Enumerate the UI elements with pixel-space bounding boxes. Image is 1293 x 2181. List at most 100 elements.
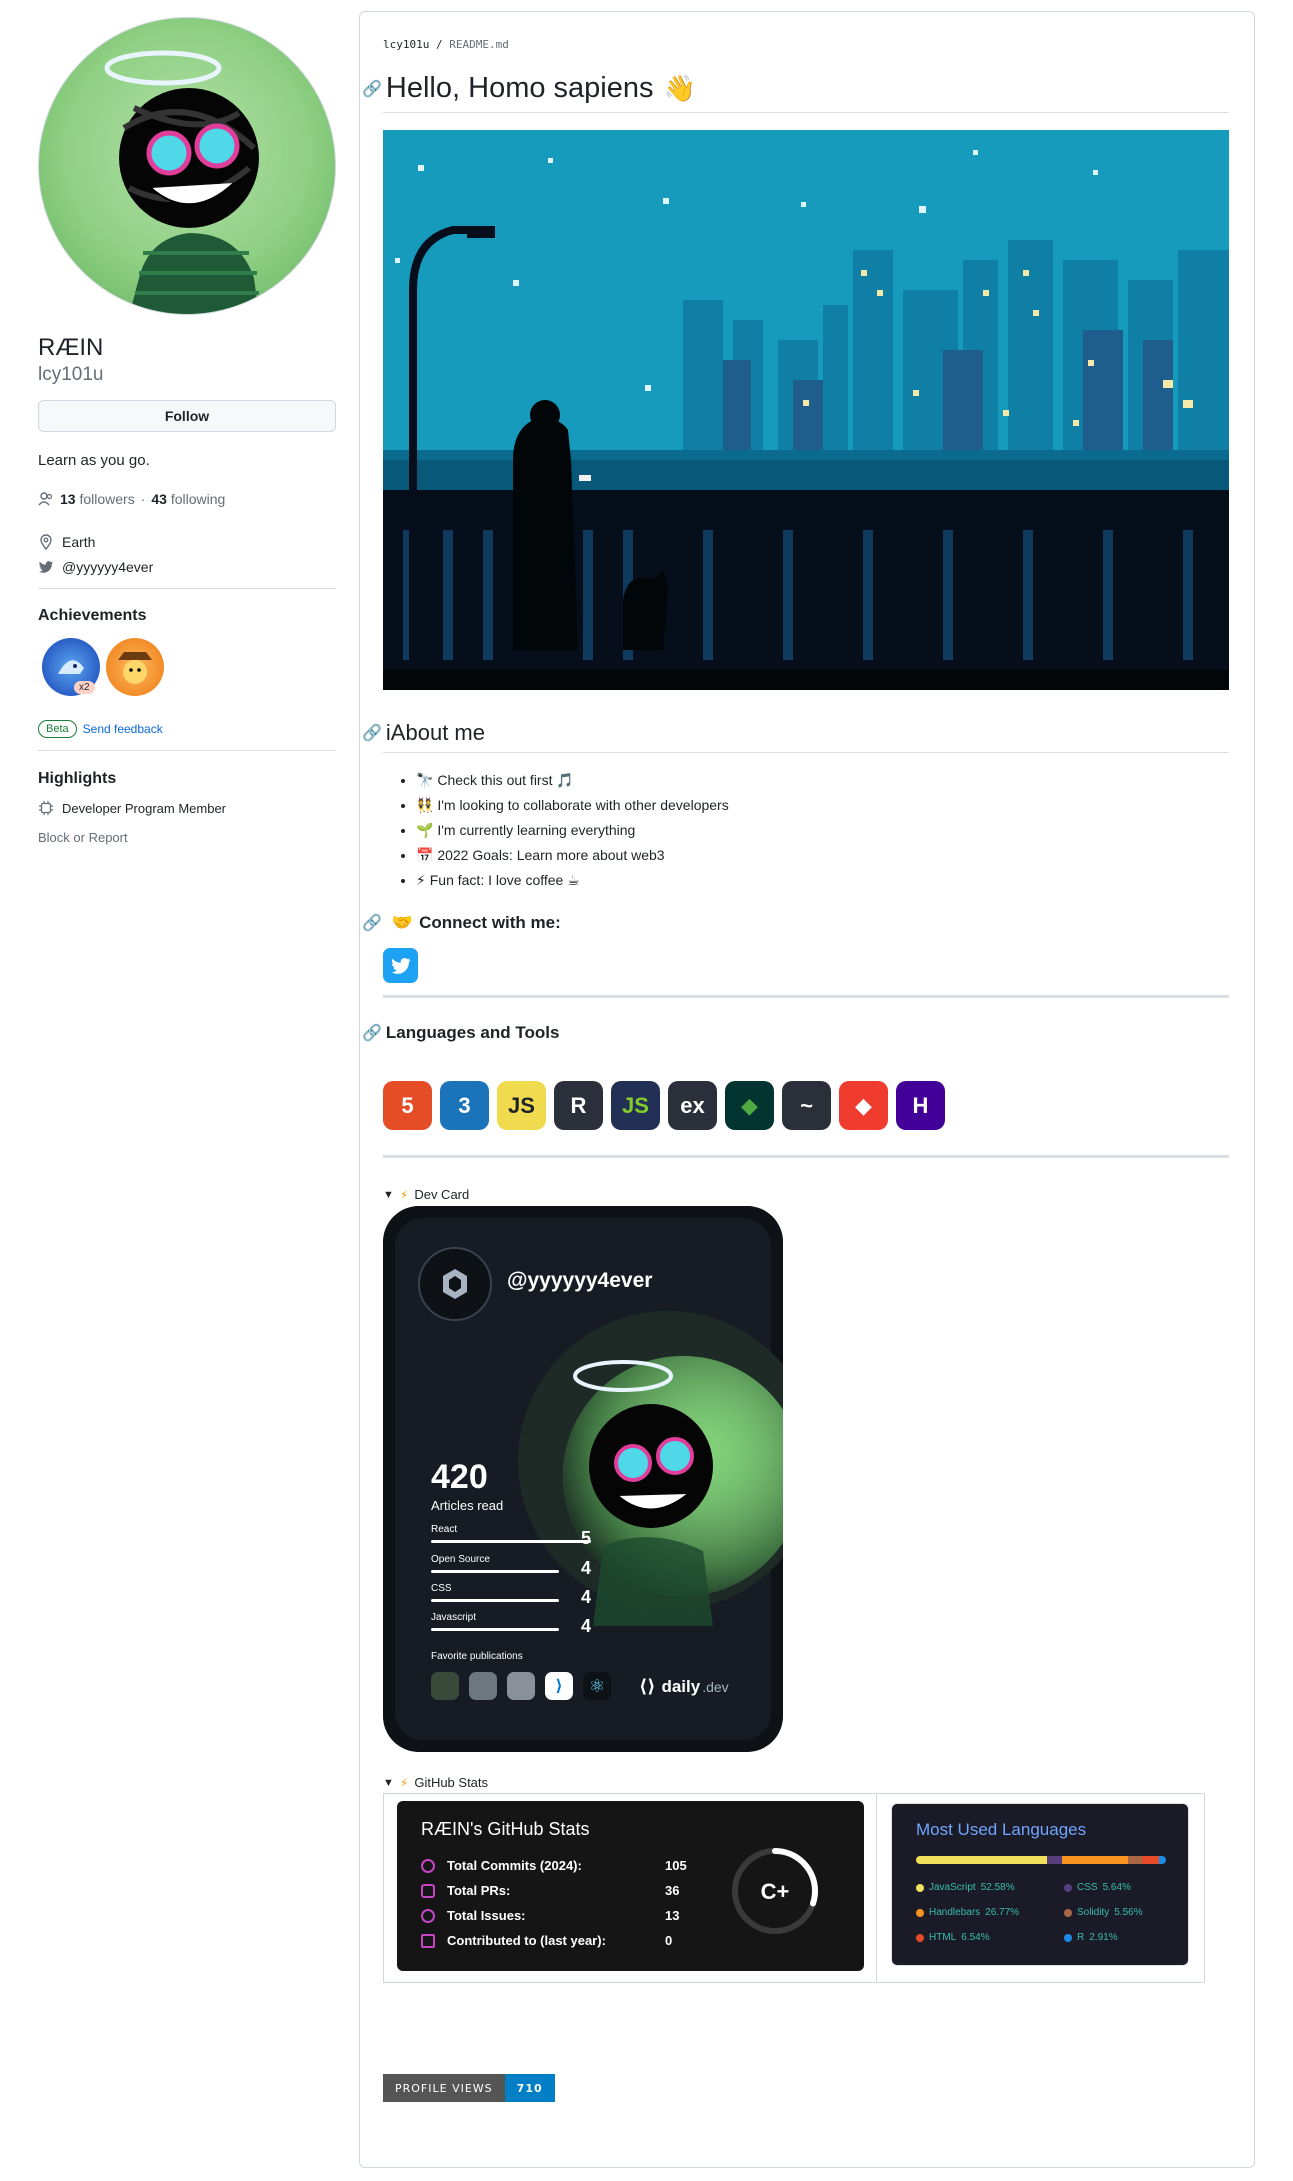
devcard-tag-count: 4 bbox=[581, 1616, 592, 1636]
language-bar-segment bbox=[916, 1856, 1048, 1864]
link-anchor-icon[interactable]: 🔗 bbox=[362, 1023, 382, 1043]
language-bar-segment bbox=[1128, 1856, 1143, 1864]
location-row: Earth bbox=[38, 534, 95, 550]
devcard-tag-row: Javascript bbox=[431, 1612, 591, 1631]
devcard-summary[interactable]: ▼ ⚡ Dev Card bbox=[383, 1187, 469, 1202]
caret-down-icon: ▼ bbox=[383, 1188, 394, 1201]
language-entry: CSS 5.64% bbox=[1064, 1882, 1131, 1893]
follow-stats: 13 followers · 43 following bbox=[38, 491, 225, 507]
tag-bar bbox=[431, 1570, 559, 1573]
readme-title: 🔗 Hello, Homo sapiens 👋 bbox=[362, 72, 696, 105]
achievements-feedback: Beta Send feedback bbox=[38, 720, 163, 738]
css3-icon[interactable]: 3 bbox=[440, 1081, 489, 1130]
express-icon[interactable]: ex bbox=[668, 1081, 717, 1130]
language-bar-segment bbox=[1142, 1856, 1159, 1864]
pull-request-icon bbox=[421, 1883, 435, 1898]
coffee-icon: ☕ bbox=[567, 872, 580, 888]
react-icon[interactable]: ⚛ bbox=[583, 1672, 611, 1700]
javascript-icon[interactable]: JS bbox=[497, 1081, 546, 1130]
heroku-icon[interactable]: H bbox=[896, 1081, 945, 1130]
about-heading: 🔗 iAbout me bbox=[362, 720, 485, 746]
about-item: 📅 2022 Goals: Learn more about web3 bbox=[416, 847, 729, 864]
mysql-icon[interactable]: ~ bbox=[782, 1081, 831, 1130]
achievement-multiplier: x2 bbox=[74, 681, 95, 694]
languages-progress-bar bbox=[916, 1856, 1166, 1864]
languages-heading-text: Languages and Tools bbox=[385, 1023, 560, 1042]
seedling-icon: 🌱 bbox=[416, 822, 434, 838]
stat-row-commits: Total Commits (2024): 105 bbox=[421, 1858, 687, 1873]
about-item-link[interactable]: Check this out first bbox=[437, 772, 552, 788]
cpu-icon bbox=[39, 801, 53, 815]
dev-card[interactable]: @yyyyyy4ever 420 Articles read React 5 O… bbox=[383, 1206, 783, 1752]
github-stats-card[interactable]: RÆIN's GitHub Stats Total Commits (2024)… bbox=[397, 1801, 864, 1971]
mongodb-icon[interactable]: ◆ bbox=[725, 1081, 774, 1130]
profile-name: RÆIN bbox=[38, 334, 104, 361]
achievement-badge-quickdraw[interactable] bbox=[106, 638, 164, 696]
connect-heading: 🔗 🤝 Connect with me: bbox=[362, 913, 561, 933]
language-dot bbox=[1064, 1908, 1072, 1917]
twitter-handle[interactable]: @yyyyyy4ever bbox=[62, 559, 153, 575]
html5-icon[interactable]: 5 bbox=[383, 1081, 432, 1130]
twitter-row[interactable]: @yyyyyy4ever bbox=[38, 559, 153, 575]
languages-card-title: Most Used Languages bbox=[916, 1820, 1087, 1839]
following-link[interactable]: 43 following bbox=[151, 491, 225, 507]
link-anchor-icon[interactable]: 🔗 bbox=[362, 723, 382, 743]
grade-label: C+ bbox=[761, 1879, 790, 1904]
language-dot bbox=[1064, 1883, 1072, 1892]
language-entry: Handlebars 26.77% bbox=[916, 1907, 1019, 1918]
favorites-label: Favorite publications bbox=[431, 1651, 523, 1662]
grade-ring: C+ bbox=[732, 1848, 818, 1934]
highlight-item: Developer Program Member bbox=[38, 800, 226, 816]
breadcrumb-user[interactable]: lcy101u bbox=[383, 38, 429, 51]
stat-row-prs: Total PRs: 36 bbox=[421, 1883, 679, 1898]
r-icon[interactable]: R bbox=[554, 1081, 603, 1130]
articles-label: Articles read bbox=[431, 1498, 504, 1513]
github-stats-title: RÆIN's GitHub Stats bbox=[421, 1819, 590, 1839]
publication-icon[interactable] bbox=[469, 1672, 497, 1700]
breadcrumb-file[interactable]: README.md bbox=[449, 38, 509, 51]
table-divider bbox=[876, 1793, 877, 1983]
stats-separator: · bbox=[140, 491, 146, 507]
twitter-connect-button[interactable] bbox=[383, 948, 418, 983]
calendar-icon: 📅 bbox=[416, 847, 434, 863]
git-icon[interactable]: ◆ bbox=[839, 1081, 888, 1130]
link-anchor-icon[interactable]: 🔗 bbox=[362, 79, 382, 99]
follow-button[interactable]: Follow bbox=[38, 400, 336, 432]
github-stats-summary[interactable]: ▼ ⚡ GitHub Stats bbox=[383, 1775, 488, 1790]
articles-count: 420 bbox=[431, 1458, 488, 1496]
section-divider bbox=[383, 1155, 1229, 1158]
language-entry: HTML 6.54% bbox=[916, 1932, 990, 1943]
issue-icon bbox=[421, 1908, 435, 1923]
send-feedback-link[interactable]: Send feedback bbox=[83, 722, 163, 736]
publication-icon[interactable] bbox=[507, 1672, 535, 1700]
devcard-summary-text: Dev Card bbox=[414, 1187, 470, 1202]
language-bar-segment bbox=[1158, 1856, 1166, 1864]
profile-login: lcy101u bbox=[38, 364, 104, 385]
title-underline bbox=[383, 112, 1229, 113]
profile-avatar[interactable] bbox=[38, 17, 336, 315]
achievements-title: Achievements bbox=[38, 607, 147, 624]
devcard-tag-row: React bbox=[431, 1524, 591, 1543]
lightning-icon: ⚡ bbox=[416, 872, 426, 888]
language-dot bbox=[916, 1933, 924, 1942]
publication-icon[interactable] bbox=[431, 1672, 459, 1700]
language-bar-segment bbox=[1061, 1856, 1129, 1864]
block-report-link[interactable]: Block or Report bbox=[38, 830, 128, 845]
about-item: 🌱 I'm currently learning everything bbox=[416, 822, 729, 839]
language-entry: JavaScript 52.58% bbox=[916, 1882, 1015, 1893]
most-used-languages-card[interactable]: Most Used Languages JavaScript 52.58% CSS… bbox=[891, 1803, 1189, 1966]
cowboy-icon bbox=[118, 652, 152, 684]
telescope-icon: 🔭 bbox=[416, 772, 434, 788]
dancers-icon: 👯 bbox=[416, 797, 434, 813]
location-text: Earth bbox=[62, 534, 96, 550]
daily-dev-icon: ⟨⟩ bbox=[639, 1676, 656, 1696]
nodejs-icon[interactable]: JS bbox=[611, 1081, 660, 1130]
handshake-icon: 🤝 bbox=[391, 913, 414, 932]
followers-link[interactable]: 13 followers bbox=[60, 491, 135, 507]
link-anchor-icon[interactable]: 🔗 bbox=[362, 913, 382, 933]
breadcrumb-separator: / bbox=[435, 38, 443, 51]
about-item: 👯 I'm looking to collaborate with other … bbox=[416, 797, 729, 814]
vscode-icon[interactable]: ⟩ bbox=[545, 1672, 573, 1700]
stat-row-issues: Total Issues: 13 bbox=[421, 1908, 679, 1923]
clock-icon bbox=[421, 1858, 435, 1873]
